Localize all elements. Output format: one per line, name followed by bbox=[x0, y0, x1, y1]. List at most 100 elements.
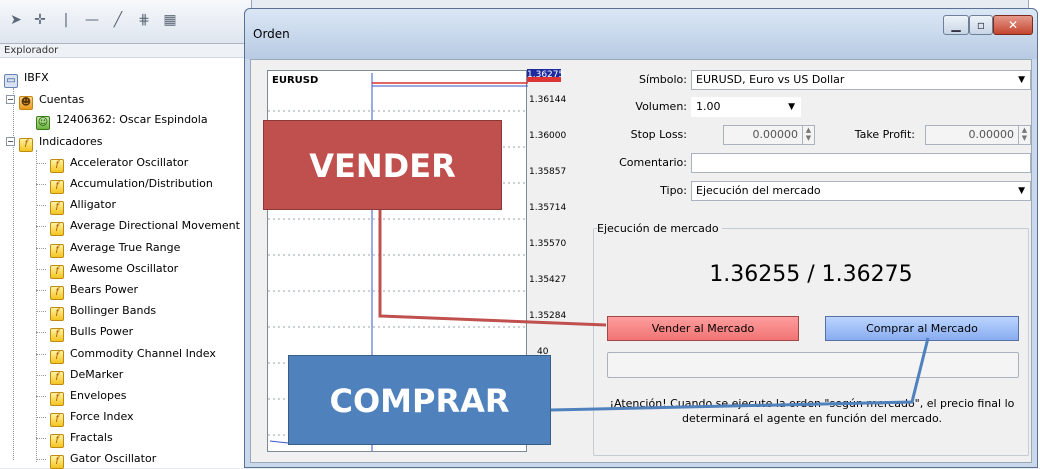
market-execution-label: Ejecución de mercado bbox=[597, 222, 722, 235]
spinner-icon[interactable]: ▲ ▼ bbox=[1018, 126, 1030, 144]
accounts-label: Cuentas bbox=[39, 93, 85, 106]
comment-input[interactable] bbox=[691, 153, 1031, 173]
execution-progress bbox=[607, 352, 1019, 378]
indicator-icon: f bbox=[50, 392, 64, 406]
price-tick: 1.35570 bbox=[529, 239, 567, 249]
tree-root-broker[interactable]: ▭ IBFX bbox=[4, 68, 49, 88]
indicator-item[interactable]: f Alligator bbox=[36, 195, 116, 215]
type-select[interactable]: Ejecución del mercado ▼ bbox=[691, 181, 1031, 201]
account-user-icon: ☺ bbox=[36, 116, 50, 130]
sell-at-market-button[interactable]: Vender al Mercado bbox=[607, 316, 799, 341]
dropdown-arrow-icon: ▼ bbox=[1018, 75, 1025, 85]
indicator-icon: f bbox=[50, 180, 64, 194]
horizontal-line-icon[interactable]: — bbox=[82, 10, 102, 30]
indicator-item[interactable]: f Force Index bbox=[36, 407, 134, 427]
execution-notice: ¡Atención! Cuando se ejecute la orden "s… bbox=[597, 396, 1027, 426]
drawing-toolbar: ➤ ✛ | — ╱ ⋕ ▦ bbox=[0, 0, 251, 44]
close-button[interactable]: ✕ bbox=[993, 15, 1033, 35]
price-tick: 1.35284 bbox=[529, 311, 567, 321]
type-label: Tipo: bbox=[660, 184, 687, 197]
indicator-item[interactable]: f Awesome Oscillator bbox=[36, 259, 178, 279]
indicator-icon: f bbox=[50, 413, 64, 427]
indicator-label: Average True Range bbox=[70, 241, 181, 254]
indicator-item[interactable]: f Bollinger Bands bbox=[36, 301, 156, 321]
dropdown-arrow-icon: ▼ bbox=[1018, 186, 1025, 196]
indicator-item[interactable]: f Bulls Power bbox=[36, 322, 133, 342]
trendline-icon[interactable]: ╱ bbox=[108, 10, 128, 30]
indicator-item[interactable]: f Bears Power bbox=[36, 280, 138, 300]
maximize-button[interactable]: ▫ bbox=[969, 15, 993, 35]
indicator-label: Bears Power bbox=[70, 283, 139, 296]
navigator-title: Explorador bbox=[0, 44, 251, 58]
tree-account-entry[interactable]: ☺ 12406362: Oscar Espindola bbox=[36, 110, 208, 130]
indicator-item[interactable]: f DeMarker bbox=[36, 365, 123, 385]
indicator-icon: f bbox=[50, 201, 64, 215]
cursor-icon[interactable]: ➤ bbox=[6, 10, 26, 30]
spinner-icon[interactable]: ▲ ▼ bbox=[802, 126, 814, 144]
indicator-item[interactable]: f Gator Oscillator bbox=[36, 449, 156, 469]
indicator-label: Accelerator Oscillator bbox=[70, 156, 189, 169]
indicator-item[interactable]: f Accelerator Oscillator bbox=[36, 153, 188, 173]
type-value: Ejecución del mercado bbox=[696, 184, 821, 197]
sell-callout: VENDER bbox=[263, 120, 502, 210]
indicator-folder-icon: f bbox=[19, 138, 33, 152]
bid-ask-quote: 1.36255 / 1.36275 bbox=[709, 262, 913, 287]
buy-at-market-button[interactable]: Comprar al Mercado bbox=[825, 316, 1019, 341]
price-tick: 1.35857 bbox=[529, 167, 567, 177]
crosshair-icon[interactable]: ✛ bbox=[30, 10, 50, 30]
dialog-titlebar[interactable]: Orden ▁ ▫ ✕ bbox=[245, 9, 1037, 59]
indicator-label: Fractals bbox=[70, 431, 113, 444]
notice-line: ¡Atención! Cuando se ejecute la orden "s… bbox=[609, 397, 1015, 410]
accounts-icon: ☻ bbox=[19, 96, 33, 110]
takeprofit-value: 0.00000 bbox=[968, 128, 1015, 141]
indicator-icon: f bbox=[50, 350, 64, 364]
indicator-icon: f bbox=[50, 307, 64, 321]
indicator-label: Alligator bbox=[70, 198, 116, 211]
indicator-label: Bulls Power bbox=[70, 325, 134, 338]
indicator-item[interactable]: f Commodity Channel Index bbox=[36, 344, 216, 364]
comment-label: Comentario: bbox=[619, 156, 687, 169]
broker-label: IBFX bbox=[24, 71, 49, 84]
grid-icon[interactable]: ▦ bbox=[160, 10, 180, 30]
price-tick: 1.36000 bbox=[529, 131, 567, 141]
indicator-icon: f bbox=[50, 434, 64, 448]
collapse-icon[interactable]: − bbox=[6, 137, 15, 146]
vertical-line-icon[interactable]: | bbox=[56, 10, 76, 30]
indicator-label: Accumulation/Distribution bbox=[70, 177, 213, 190]
indicator-icon: f bbox=[50, 286, 64, 300]
collapse-icon[interactable]: − bbox=[6, 95, 15, 104]
indicator-label: Awesome Oscillator bbox=[70, 262, 179, 275]
indicator-icon: f bbox=[50, 371, 64, 385]
stoploss-input[interactable]: 0.00000 ▲ ▼ bbox=[723, 125, 815, 145]
fibonacci-icon[interactable]: ⋕ bbox=[134, 10, 154, 30]
chart-symbol-label: EURUSD bbox=[272, 75, 319, 86]
stoploss-value: 0.00000 bbox=[752, 128, 799, 141]
takeprofit-input[interactable]: 0.00000 ▲ ▼ bbox=[925, 125, 1031, 145]
account-entry-label: 12406362: Oscar Espindola bbox=[56, 113, 208, 126]
volume-value: 1.00 bbox=[696, 100, 721, 113]
indicators-label: Indicadores bbox=[39, 135, 103, 148]
navigator-panel: ➤ ✛ | — ╱ ⋕ ▦ Explorador ▭ IBFX − ☻ Cuentas… bbox=[0, 0, 274, 469]
indicator-icon: f bbox=[50, 328, 64, 342]
price-tick: 1.35714 bbox=[529, 203, 567, 213]
symbol-select[interactable]: EURUSD, Euro vs US Dollar ▼ bbox=[691, 70, 1031, 90]
indicator-item[interactable]: f Accumulation/Distribution bbox=[36, 174, 213, 194]
indicator-label: Force Index bbox=[70, 410, 134, 423]
indicator-item[interactable]: f Average Directional Movement Index bbox=[36, 216, 274, 236]
minimize-button[interactable]: ▁ bbox=[943, 15, 969, 35]
indicator-label: Bollinger Bands bbox=[70, 304, 157, 317]
volume-select[interactable]: 1.00 ▼ bbox=[691, 97, 801, 117]
tree-accounts[interactable]: − ☻ Cuentas bbox=[6, 90, 84, 110]
indicator-item[interactable]: f Envelopes bbox=[36, 386, 126, 406]
indicator-item[interactable]: f Average True Range bbox=[36, 238, 180, 258]
indicator-icon: f bbox=[50, 222, 64, 236]
indicator-icon: f bbox=[50, 455, 64, 469]
indicator-label: DeMarker bbox=[70, 368, 124, 381]
price-tick: 1.36144 bbox=[529, 95, 567, 105]
indicator-label: Envelopes bbox=[70, 389, 127, 402]
indicator-icon: f bbox=[50, 159, 64, 173]
tree-indicators[interactable]: − f Indicadores bbox=[6, 132, 103, 152]
dialog-title: Orden bbox=[253, 27, 290, 41]
indicator-label: Gator Oscillator bbox=[70, 452, 157, 465]
indicator-item[interactable]: f Fractals bbox=[36, 428, 113, 448]
